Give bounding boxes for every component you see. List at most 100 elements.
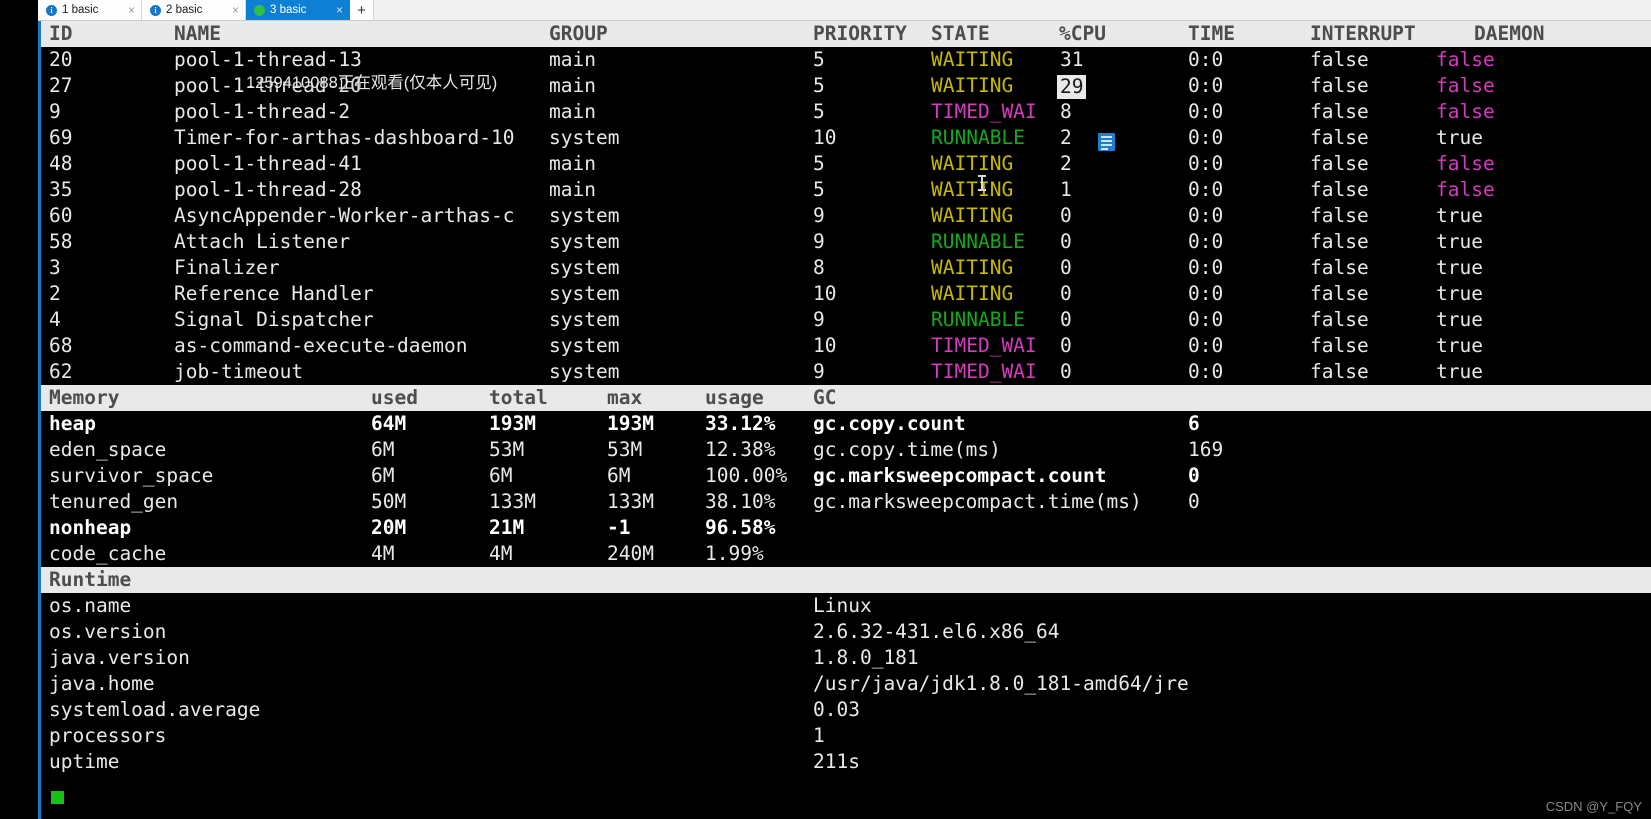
thread-group: system bbox=[549, 126, 620, 149]
memory-used: 50M bbox=[371, 490, 407, 513]
tab-2-basic[interactable]: i 2 basic × bbox=[142, 0, 246, 20]
thread-interrupt: false bbox=[1310, 334, 1369, 357]
close-icon[interactable]: × bbox=[330, 3, 343, 17]
thread-row[interactable]: 60 AsyncAppender-Worker-arthas-c system 9 WA… bbox=[41, 203, 1651, 229]
thread-interrupt: false bbox=[1310, 100, 1369, 123]
thread-name: Timer-for-arthas-dashboard-10 bbox=[174, 126, 515, 149]
thread-priority: 5 bbox=[813, 152, 825, 175]
tab-3-basic[interactable]: 3 basic × bbox=[246, 0, 350, 20]
thread-time: 0:0 bbox=[1188, 126, 1224, 149]
cpu-value: 2 bbox=[1060, 126, 1072, 149]
memory-row: nonheap 20M 21M -1 96.58% bbox=[41, 515, 1651, 541]
th-interrupt: INTERRUPT bbox=[1310, 22, 1416, 45]
thread-group: main bbox=[549, 178, 596, 201]
gc-value: 6 bbox=[1188, 412, 1200, 435]
close-icon[interactable]: × bbox=[122, 3, 135, 17]
thread-row[interactable]: 69 Timer-for-arthas-dashboard-10 system 10 R… bbox=[41, 125, 1651, 151]
th-daemon: DAEMON bbox=[1474, 22, 1545, 45]
runtime-key: systemload.average bbox=[49, 698, 261, 721]
thread-row[interactable]: 35 pool-1-thread-28 main 5 WAITING 1 0:0 false f… bbox=[41, 177, 1651, 203]
thread-row[interactable]: 4 Signal Dispatcher system 9 RUNNABLE 0 0:0 fal… bbox=[41, 307, 1651, 333]
memory-row: tenured_gen 50M 133M 133M 38.10% gc.marksweep… bbox=[41, 489, 1651, 515]
memory-max: 193M bbox=[607, 412, 654, 435]
clipboard-list-icon[interactable] bbox=[1098, 133, 1115, 151]
thread-row[interactable]: 62 job-timeout system 9 TIMED_WAI 0 0:0 false tr… bbox=[41, 359, 1651, 385]
thread-row[interactable]: 2 Reference Handler system 10 WAITING 0 0:0 fal… bbox=[41, 281, 1651, 307]
memory-used: 4M bbox=[371, 542, 395, 565]
memory-max: -1 bbox=[607, 516, 631, 539]
memory-total: 4M bbox=[489, 542, 513, 565]
close-icon[interactable]: × bbox=[226, 3, 239, 17]
gc-key: gc.marksweepcompact.count bbox=[813, 464, 1107, 487]
mh-total: total bbox=[489, 386, 548, 409]
thread-row[interactable]: 68 as-command-execute-daemon system 10 TIMED… bbox=[41, 333, 1651, 359]
thread-interrupt: false bbox=[1310, 360, 1369, 383]
runtime-key: uptime bbox=[49, 750, 120, 773]
thread-priority: 9 bbox=[813, 360, 825, 383]
gc-value: 0 bbox=[1188, 490, 1200, 513]
thread-state: TIMED_WAI bbox=[931, 360, 1037, 383]
runtime-table-body: os.name Linux os.version 2.6.32-431.el6.x86… bbox=[41, 593, 1651, 775]
memory-total: 6M bbox=[489, 464, 513, 487]
th-name: NAME bbox=[174, 22, 221, 45]
thread-time: 0:0 bbox=[1188, 74, 1224, 97]
cpu-value-selected[interactable]: 29 bbox=[1057, 73, 1087, 99]
thread-daemon: true bbox=[1436, 282, 1483, 305]
thread-row[interactable]: 58 Attach Listener system 9 RUNNABLE 0 0:0 fals… bbox=[41, 229, 1651, 255]
thread-row[interactable]: 9 pool-1-thread-2 main 5 TIMED_WAI 8 0:0 false f… bbox=[41, 99, 1651, 125]
thread-priority: 8 bbox=[813, 256, 825, 279]
memory-usage: 1.99% bbox=[705, 542, 764, 565]
new-tab-button[interactable]: + bbox=[350, 0, 374, 20]
runtime-value: 0.03 bbox=[813, 698, 860, 721]
thread-row[interactable]: 20 pool-1-thread-13 main 5 WAITING 31 0:0 false… bbox=[41, 47, 1651, 73]
memory-used: 6M bbox=[371, 464, 395, 487]
thread-name: Signal Dispatcher bbox=[174, 308, 374, 331]
thread-priority: 10 bbox=[813, 334, 837, 357]
thread-name: pool-1-thread-28 bbox=[174, 178, 362, 201]
thread-time: 0:0 bbox=[1188, 256, 1224, 279]
thread-state: WAITING bbox=[931, 74, 1014, 97]
thread-id: 62 bbox=[49, 360, 73, 383]
runtime-value: 211s bbox=[813, 750, 860, 773]
info-circle-icon: i bbox=[150, 4, 161, 16]
thread-interrupt: false bbox=[1310, 48, 1369, 71]
threads-header-row: ID NAME GROUP PRIORITY STATE %CPU TIME I… bbox=[41, 21, 1651, 47]
thread-priority: 10 bbox=[813, 282, 837, 305]
cpu-value: 0 bbox=[1060, 256, 1072, 279]
thread-time: 0:0 bbox=[1188, 308, 1224, 331]
thread-row[interactable]: 48 pool-1-thread-41 main 5 WAITING 2 0:0 false f… bbox=[41, 151, 1651, 177]
terminal-panel[interactable]: ID NAME GROUP PRIORITY STATE %CPU TIME I… bbox=[38, 21, 1651, 819]
thread-row[interactable]: 27 pool-1-thread-20 main 5 WAITING 29 0:0 false… bbox=[41, 73, 1651, 99]
thread-name: Attach Listener bbox=[174, 230, 351, 253]
thread-id: 27 bbox=[49, 74, 73, 97]
memory-used: 20M bbox=[371, 516, 407, 539]
memory-usage: 100.00% bbox=[705, 464, 788, 487]
thread-priority: 5 bbox=[813, 178, 825, 201]
memory-row: heap 64M 193M 193M 33.12% gc.copy.count 6 bbox=[41, 411, 1651, 437]
thread-priority: 9 bbox=[813, 204, 825, 227]
memory-row: code_cache 4M 4M 240M 1.99% bbox=[41, 541, 1651, 567]
runtime-key: os.name bbox=[49, 594, 132, 617]
thread-id: 68 bbox=[49, 334, 73, 357]
thread-row[interactable]: 3 Finalizer system 8 WAITING 0 0:0 false true bbox=[41, 255, 1651, 281]
thread-group: system bbox=[549, 360, 620, 383]
thread-id: 58 bbox=[49, 230, 73, 253]
thread-state: WAITING bbox=[931, 178, 1014, 201]
cpu-value: 0 bbox=[1060, 308, 1072, 331]
thread-time: 0:0 bbox=[1188, 334, 1224, 357]
cpu-value: 0 bbox=[1060, 282, 1072, 305]
thread-daemon: true bbox=[1436, 334, 1483, 357]
info-circle-icon: i bbox=[46, 4, 57, 16]
gc-key: gc.copy.count bbox=[813, 412, 966, 435]
thread-group: system bbox=[549, 256, 620, 279]
thread-daemon: true bbox=[1436, 360, 1483, 383]
threads-table-body: 20 pool-1-thread-13 main 5 WAITING 31 0:0 false… bbox=[41, 47, 1651, 385]
thread-state: WAITING bbox=[931, 152, 1014, 175]
thread-priority: 5 bbox=[813, 74, 825, 97]
runtime-key: java.home bbox=[49, 672, 155, 695]
tab-1-basic[interactable]: i 1 basic × bbox=[38, 0, 142, 20]
cpu-value: 0 bbox=[1060, 360, 1072, 383]
memory-name: eden_space bbox=[49, 438, 167, 461]
terminal-cursor bbox=[51, 791, 64, 804]
text-cursor-icon bbox=[978, 175, 986, 191]
